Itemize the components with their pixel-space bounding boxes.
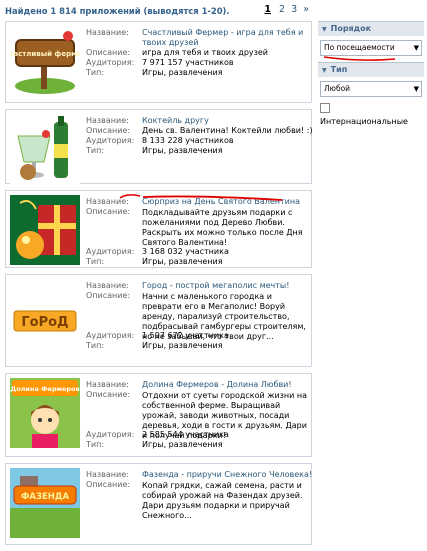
app-card: ФАЗЕНДА Название: Фазенда - приручи Снеж… [5,463,312,545]
app-thumbnail-farm-girl[interactable]: Долина Фермеров [10,378,80,448]
type-label: Тип: [86,257,105,266]
app-audience: 8 133 228 участников [142,136,234,145]
valley-logo-text: Долина Фермеров [10,385,79,393]
type-select[interactable]: Любой ▼ [320,81,422,97]
app-type: Игры, развлечения [142,146,223,155]
order-select[interactable]: По посещаемости ▼ [320,40,422,56]
app-title-link[interactable]: Город - построй мегаполис мечты! [142,281,308,290]
fazenda-logo-text: ФАЗЕНДА [21,492,70,502]
name-label: Название: [86,380,129,389]
international-checkbox[interactable]: Интернациональные [320,103,422,126]
app-audience: 2 585 544 участника [142,430,229,439]
audience-label: Аудитория: [86,58,135,67]
app-description: День св. Валентина! Коктейли любви! :) [142,126,313,135]
app-audience: 7 971 157 участников [142,58,234,67]
app-description: Копай грядки, сажай семена, расти и соби… [142,481,303,520]
farm-logo-text: Счастливый фермер [10,50,80,58]
app-list: Счастливый фермер Название: Счастливый Ф… [5,21,313,551]
app-card: Счастливый фермер Название: Счастливый Ф… [5,21,312,103]
page-1-link[interactable]: 1 [264,4,271,15]
collapse-triangle-icon: ▼ [322,26,327,33]
checkbox-box[interactable] [320,103,330,113]
app-thumbnail-gift-box[interactable] [10,195,80,265]
app-title-link[interactable]: Коктейль другу [142,116,308,125]
app-type: Игры, развлечения [142,68,223,77]
results-count: Найдено 1 814 приложений (выводятся 1-20… [5,6,230,16]
type-label: Тип: [86,440,105,449]
app-title-link[interactable]: Счастливый Фермер - игра для тебя и твои… [142,28,308,48]
type-section-header[interactable]: ▼ Тип [318,62,424,77]
order-select-value: По посещаемости [324,43,395,52]
app-card: Долина Фермеров Название: Долина Фермеро… [5,373,312,457]
dropdown-arrow-icon: ▼ [413,44,419,52]
results-header: Найдено 1 814 приложений (выводятся 1-20… [0,0,313,21]
app-audience: 1 597 672 участника [142,331,229,340]
app-type: Игры, развлечения [142,257,223,266]
app-card: Название: Сюрприз на День Святого Валент… [5,190,312,268]
order-section-header[interactable]: ▼ Порядок [318,21,424,36]
name-label: Название: [86,116,129,125]
app-description: Подкладывайте друзьям подарки с пожелани… [142,208,303,247]
type-label: Тип: [86,341,105,350]
order-heading: Порядок [330,24,372,33]
description-label: Описание: [86,207,131,216]
app-thumbnail-city[interactable]: ГоРоД [10,285,80,355]
page-3-link[interactable]: 3 [291,4,297,15]
description-label: Описание: [86,48,131,57]
name-label: Название: [86,28,129,37]
description-label: Описание: [86,291,131,300]
next-page-link[interactable]: » [303,4,309,15]
type-heading: Тип [330,65,348,74]
filter-sidebar: ▼ Порядок По посещаемости ▼ ▼ Тип Любой ▼ … [318,21,424,126]
app-title-link[interactable]: Долина Фермеров - Долина Любви! [142,380,308,389]
type-label: Тип: [86,68,105,77]
description-label: Описание: [86,126,131,135]
city-logo-text: ГоРоД [21,315,68,330]
audience-label: Аудитория: [86,430,135,439]
type-select-value: Любой [324,84,351,93]
app-title-link[interactable]: Сюрприз на День Святого Валентина [142,197,308,206]
dropdown-arrow-icon: ▼ [413,85,419,93]
audience-label: Аудитория: [86,136,135,145]
app-card: Название: Коктейль другу Описание: День … [5,109,313,184]
app-thumbnail-farm-sign[interactable]: Счастливый фермер [10,26,80,96]
audience-label: Аудитория: [86,247,135,256]
international-label: Интернациональные [320,117,408,126]
app-audience: 3 168 032 участника [142,247,229,256]
app-title-link[interactable]: Фазенда - приручи Снежного Человека! [142,470,312,479]
name-label: Название: [86,470,129,479]
pagination: 1 2 3 » [261,4,309,15]
name-label: Название: [86,197,129,206]
app-thumbnail-cocktail[interactable] [10,114,80,184]
audience-label: Аудитория: [86,331,135,340]
app-type: Игры, развлечения [142,341,223,350]
collapse-triangle-icon: ▼ [322,67,327,74]
app-description: игра для тебя и твоих друзей [142,48,269,57]
type-label: Тип: [86,146,105,155]
description-label: Описание: [86,390,131,399]
app-card: ГоРоД Название: Город - построй мегаполи… [5,274,312,367]
page-2-link[interactable]: 2 [279,4,285,15]
name-label: Название: [86,281,129,290]
description-label: Описание: [86,480,131,489]
app-type: Игры, развлечения [142,440,223,449]
